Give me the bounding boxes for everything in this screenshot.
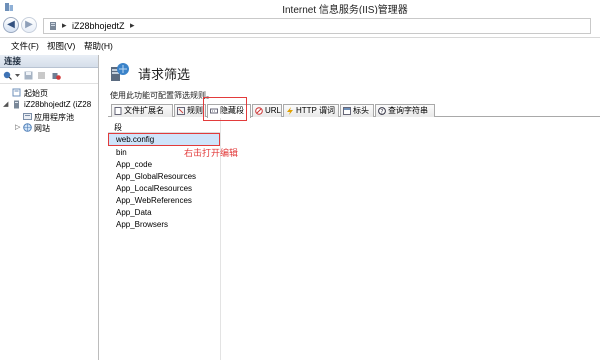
breadcrumb-server[interactable]: iZ28bhojedtZ <box>72 21 125 31</box>
tab-rules[interactable]: 规则 <box>174 104 206 117</box>
tree-item-label: iZ28bhojedtZ (iZ28 <box>24 100 92 109</box>
lightning-icon <box>287 107 293 115</box>
up-icon[interactable] <box>37 71 46 80</box>
tab-headers[interactable]: 标头 <box>340 104 374 117</box>
feature-view: 请求筛选 使用此功能可配置筛选规则。 文件扩展名 规则 隐藏段 URL HTTP… <box>100 55 600 360</box>
selection-highlight-box <box>108 133 220 146</box>
page-title: 请求筛选 <box>138 67 191 82</box>
save-icon[interactable] <box>24 71 33 80</box>
tab-url[interactable]: URL <box>252 104 282 117</box>
tab-http-verbs[interactable]: HTTP 谓词 <box>283 104 339 117</box>
annotation-text: 右击打开编辑 <box>184 148 239 158</box>
tree-item-server[interactable]: ◢ iZ28bhojedtZ (iZ28 <box>0 99 99 110</box>
list-item[interactable]: App_GlobalResources <box>108 171 220 183</box>
tab-label: URL <box>265 106 282 115</box>
hidden-segments-list: 段 web.config bin App_code App_GlobalReso… <box>108 118 600 360</box>
server-icon <box>50 22 56 30</box>
list-item[interactable]: App_code <box>108 159 220 171</box>
list-item[interactable]: App_LocalResources <box>108 183 220 195</box>
url-icon <box>255 107 263 115</box>
rules-icon <box>177 107 185 115</box>
forward-button[interactable]: ▶ <box>21 17 37 33</box>
tree-item-sites[interactable]: ▷ 网站 <box>0 122 99 133</box>
tab-label: 标头 <box>353 106 369 115</box>
start-page-icon <box>12 88 21 97</box>
back-button[interactable]: ◀ <box>3 17 19 33</box>
list-item[interactable]: App_Browsers <box>108 219 220 231</box>
request-filtering-icon <box>111 63 129 81</box>
tree-item-start-page[interactable]: 起始页 <box>0 87 99 98</box>
dropdown-icon[interactable] <box>15 71 20 80</box>
page-description: 使用此功能可配置筛选规则。 <box>110 91 214 100</box>
svg-text:?: ? <box>380 108 383 115</box>
breadcrumb-separator[interactable]: ▸ <box>62 20 67 31</box>
connections-toolbar <box>0 68 98 84</box>
menu-help[interactable]: 帮助(H) <box>84 40 113 52</box>
connect-icon[interactable] <box>3 71 12 80</box>
menu-view[interactable]: 视图(V) <box>47 40 75 52</box>
document-icon <box>114 107 122 115</box>
address-bar: ◀ ▶ ▸ iZ28bhojedtZ ▸ <box>0 14 600 38</box>
tab-query-strings[interactable]: ? 查询字符串 <box>375 104 435 117</box>
tree-item-app-pools[interactable]: 应用程序池 <box>0 111 99 122</box>
tab-label: 查询字符串 <box>388 106 428 115</box>
app-pools-icon <box>23 113 32 120</box>
sites-icon <box>23 123 32 132</box>
address-breadcrumb[interactable]: ▸ iZ28bhojedtZ ▸ <box>43 18 591 34</box>
tab-label: HTTP 谓词 <box>296 106 335 115</box>
tab-label: 规则 <box>187 106 203 115</box>
tree-item-label: 网站 <box>34 124 50 133</box>
list-item[interactable]: App_WebReferences <box>108 195 220 207</box>
list-item[interactable]: App_Data <box>108 207 220 219</box>
tab-file-extensions[interactable]: 文件扩展名 <box>111 104 173 117</box>
tree-item-label: 起始页 <box>24 89 48 98</box>
title-bar: Internet 信息服务(IIS)管理器 <box>0 0 600 16</box>
tab-highlight-box <box>203 97 247 121</box>
menu-file[interactable]: 文件(F) <box>11 40 39 52</box>
filter-tabs: 文件扩展名 规则 隐藏段 URL HTTP 谓词 标头 ? 查询字符串 <box>108 103 600 118</box>
connections-panel: 连接 起始页 ◢ iZ28bhojedtZ (iZ28 应用程序池 ▷ 网站 <box>0 55 99 360</box>
header-icon <box>343 107 351 115</box>
help-icon: ? <box>378 107 386 115</box>
connections-icon[interactable] <box>52 71 61 80</box>
column-header-segment[interactable]: 段 <box>108 122 220 133</box>
collapse-icon[interactable]: ◢ <box>3 101 10 108</box>
breadcrumb-separator[interactable]: ▸ <box>130 20 135 31</box>
server-icon <box>14 100 19 109</box>
menu-bar: 文件(F) 视图(V) 帮助(H) <box>0 38 600 52</box>
expand-icon[interactable]: ▷ <box>15 124 22 131</box>
connections-header: 连接 <box>0 55 98 68</box>
tab-label: 文件扩展名 <box>124 106 164 115</box>
